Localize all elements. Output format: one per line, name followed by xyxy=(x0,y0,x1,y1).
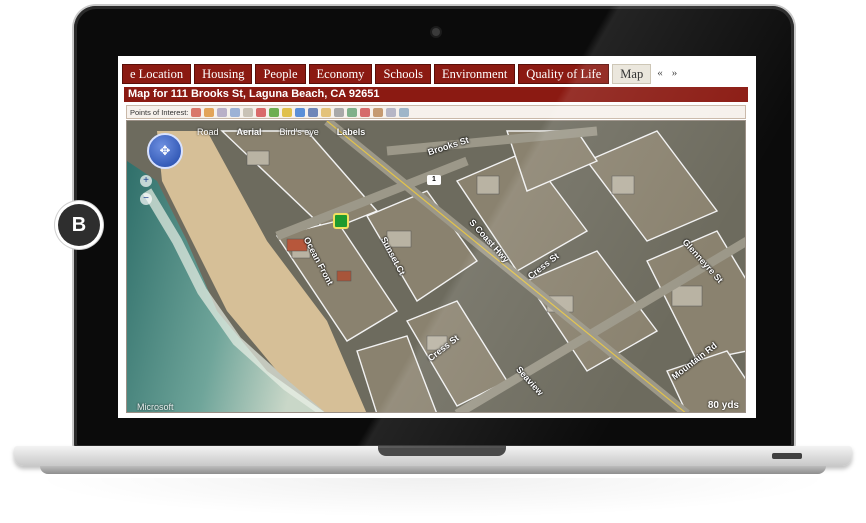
property-marker-icon[interactable] xyxy=(333,213,349,229)
plus-icon[interactable] xyxy=(295,107,306,117)
gas-icon[interactable] xyxy=(256,107,267,117)
status-led xyxy=(772,453,802,459)
hospital-icon[interactable] xyxy=(191,107,202,117)
map-mode-labels[interactable]: Labels xyxy=(337,127,366,137)
laptop-base-edge xyxy=(40,466,826,474)
pencil-icon[interactable] xyxy=(204,107,215,117)
map-imagery xyxy=(127,121,745,412)
tab-quality-of-life[interactable]: Quality of Life xyxy=(518,64,610,84)
bus-icon[interactable] xyxy=(308,107,319,117)
tab-housing[interactable]: Housing xyxy=(194,64,253,84)
map-mode-birds-eye[interactable]: Bird's eye xyxy=(280,127,319,137)
tabs-next-button[interactable]: » xyxy=(669,64,681,82)
cart-icon[interactable] xyxy=(243,107,254,117)
tab-economy[interactable]: Economy xyxy=(308,64,373,84)
poi-toolbar: Points of Interest: xyxy=(126,105,746,119)
pan-compass-icon[interactable]: ✥ xyxy=(147,133,183,169)
building-icon[interactable] xyxy=(230,107,241,117)
map-mode-road[interactable]: Road xyxy=(197,127,219,137)
highway-shield: 1 xyxy=(427,175,441,185)
zoom-in-icon[interactable]: + xyxy=(140,175,152,187)
zoom-out-icon[interactable]: − xyxy=(140,193,152,205)
home-icon[interactable] xyxy=(334,107,345,117)
tab-location[interactable]: e Location xyxy=(122,64,192,84)
poi-label: Points of Interest: xyxy=(130,107,189,117)
table-reflection xyxy=(30,478,836,518)
tab-people[interactable]: People xyxy=(255,64,306,84)
tree-icon[interactable] xyxy=(347,107,358,117)
laptop-screen: e Location Housing People Economy School… xyxy=(118,56,756,418)
step-badge: B xyxy=(58,204,100,246)
aerial-map[interactable]: Road Aerial Bird's eye Labels ✥ + − 1 Br… xyxy=(126,120,746,413)
person-icon[interactable] xyxy=(217,107,228,117)
fire-icon[interactable] xyxy=(360,107,371,117)
map-mode-bar: Road Aerial Bird's eye Labels xyxy=(197,127,365,137)
map-title: Map for 111 Brooks St, Laguna Beach, CA … xyxy=(124,87,748,102)
tab-schools[interactable]: Schools xyxy=(375,64,432,84)
trackpad-notch xyxy=(378,446,506,456)
webcam xyxy=(432,28,440,36)
misc-icon[interactable] xyxy=(399,107,410,117)
map-credit: Microsoft xyxy=(137,402,174,412)
car-icon[interactable] xyxy=(321,107,332,117)
school-icon[interactable] xyxy=(373,107,384,117)
tabs-prev-button[interactable]: « xyxy=(654,64,666,82)
food-icon[interactable] xyxy=(282,107,293,117)
tab-map[interactable]: Map xyxy=(612,64,652,84)
section-tabs: e Location Housing People Economy School… xyxy=(122,64,681,84)
tab-environment[interactable]: Environment xyxy=(434,64,516,84)
map-scale: 80 yds xyxy=(707,400,739,411)
dollar-icon[interactable] xyxy=(269,107,280,117)
plane-icon[interactable] xyxy=(386,107,397,117)
map-mode-aerial[interactable]: Aerial xyxy=(237,127,262,137)
